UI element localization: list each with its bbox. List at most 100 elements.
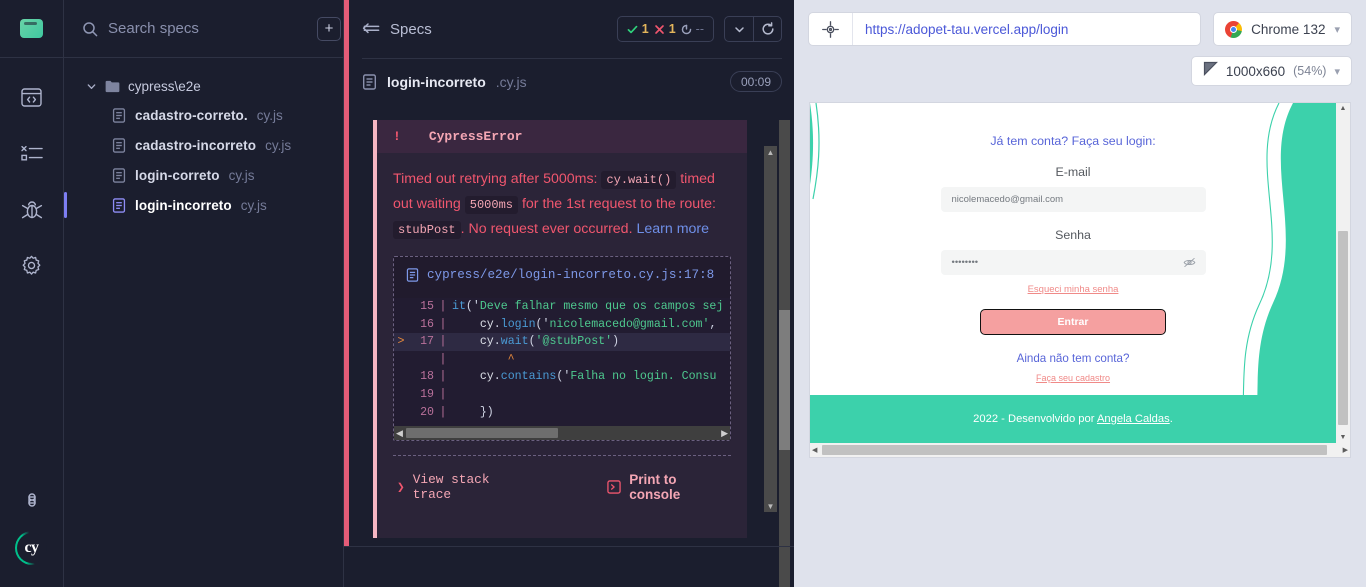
scroll-up-icon[interactable]: ▲ [764,146,777,158]
print-to-console-button[interactable]: Print to console [607,472,731,502]
error-code-chip-route: stubPost [393,221,461,239]
scroll-right-icon[interactable]: ▶ [1343,446,1348,454]
code-line: 18 | cy.contains('Falha no login. Consu [394,368,730,386]
password-field[interactable]: •••••••• [940,250,1206,275]
nav-rail: cy [0,0,64,587]
runner-header: Specs 1 1 -- [344,0,794,58]
error-region: ! CypressError Timed out retrying after … [373,120,777,587]
view-stack-trace-button[interactable]: ❯ View stack trace [397,472,535,502]
email-field[interactable]: nicolemacedo@gmail.com [940,187,1206,212]
rerun-icon[interactable] [753,17,781,41]
viewport-row: 1000x660 (54%) ▾ [794,46,1366,86]
spec-item-ext: cy.js [265,137,292,153]
code-line-number: 16 [420,317,434,331]
search-input[interactable] [108,20,307,37]
file-icon [112,107,126,123]
cypress-badge-label: cy [24,539,39,556]
footer-author-link[interactable]: Angela Caldas [1097,413,1170,425]
url-input[interactable] [853,13,1201,45]
file-icon [112,197,126,213]
aut-hscrollbar[interactable]: ◀ ▶ [810,443,1350,457]
forgot-password-link[interactable]: Esqueci minha senha [1028,284,1119,295]
scrollbar-thumb[interactable] [822,445,1327,455]
spec-list-item[interactable]: cadastro-correto. cy.js [64,100,343,130]
code-snippet-hscrollbar[interactable]: ◀ ▶ [394,426,730,440]
spec-item-name: cadastro-incorreto [135,137,257,153]
error-card-vscrollbar[interactable]: ▲ ▼ [764,146,777,512]
file-icon [112,137,126,153]
code-snippet-path: cypress/e2e/login-incorreto.cy.js:17:8 [427,268,715,282]
chevron-down-icon [86,81,97,92]
file-icon [362,73,377,90]
aut-footer: 2022 - Desenvolvido por Angela Caldas. [810,395,1336,443]
viewport-selector[interactable]: 1000x660 (54%) ▾ [1190,56,1352,86]
code-line: 16 | cy.login('nicolemacedo@gmail.com', [394,316,730,334]
cypress-logo[interactable] [0,0,64,58]
code-snippet-path-row[interactable]: cypress/e2e/login-incorreto.cy.js:17:8 [394,257,730,298]
spec-folder-row[interactable]: cypress\e2e [64,72,343,100]
error-caret: ^ [507,352,515,366]
debug-icon[interactable] [12,192,52,226]
preview-panel: Chrome 132 ▾ 1000x660 (54%) ▾ [794,0,1366,587]
stat-failed: 1 [654,22,676,36]
stat-pending: -- [681,22,704,36]
scroll-down-icon[interactable]: ▼ [764,500,777,512]
spec-item-name: login-incorreto [135,197,232,213]
code-gutter-bar: | [439,335,447,349]
test-stats: 1 1 -- [616,16,714,42]
selector-playground-icon[interactable] [809,13,853,45]
cypress-badge[interactable]: cy [14,531,49,565]
scroll-left-icon[interactable]: ◀ [812,446,817,454]
code-gutter-bar: | [439,405,447,419]
add-spec-button[interactable]: + [317,16,341,41]
scroll-right-icon[interactable]: ▶ [721,428,728,438]
spec-item-ext: cy.js [240,197,267,213]
stat-failed-count: 1 [668,22,676,36]
chevron-down-icon[interactable] [725,17,753,41]
check-icon [627,24,638,35]
email-label: E-mail [1055,165,1091,179]
footer-prefix: 2022 - Desenvolvido por [973,413,1097,425]
learn-more-link[interactable]: Learn more [636,221,709,237]
code-line-text: cy.wait('@stubPost') [479,335,620,349]
pending-circle-icon [681,24,692,35]
scroll-left-icon[interactable]: ◀ [396,428,403,438]
runner-vscrollbar[interactable] [779,120,790,587]
code-line-number: 19 [420,387,434,401]
search-row: + [64,0,343,58]
specs-icon[interactable] [12,136,52,170]
runs-icon[interactable] [12,80,52,114]
spec-list-item[interactable]: cadastro-incorreto cy.js [64,130,343,160]
code-line-text: cy.login('nicolemacedo@gmail.com', [479,317,717,331]
runner-body: login-incorreto .cy.js 00:09 ! CypressEr… [344,58,794,587]
back-to-specs-icon[interactable] [362,22,380,36]
scroll-up-icon[interactable]: ▲ [1340,103,1347,114]
code-line: 15 | it('Deve falhar mesmo que os campos s… [394,298,730,316]
cypress-logo-icon [20,19,43,38]
file-icon [406,268,419,289]
scroll-down-icon[interactable]: ▼ [1340,432,1347,443]
signup-link[interactable]: Faça seu cadastro [1036,373,1110,383]
code-snippet: cypress/e2e/login-incorreto.cy.js:17:8 1… [393,256,731,441]
error-header: ! CypressError [377,120,747,153]
aut-vscrollbar[interactable]: ▲ ▼ [1336,103,1350,443]
runner-title: Specs [390,20,432,38]
chevron-down-icon: ▾ [1334,65,1340,78]
url-bar[interactable] [808,12,1202,46]
spec-item-name: cadastro-correto. [135,107,248,123]
settings-gear-icon[interactable] [12,248,52,282]
error-code-chip-timeout: 5000ms [464,196,518,214]
scrollbar-thumb[interactable] [406,428,558,438]
keyboard-shortcuts-icon[interactable] [12,483,52,517]
viewport-size-label: 1000x660 [1225,63,1286,79]
scrollbar-thumb[interactable] [779,310,790,450]
spec-list-item[interactable]: login-correto cy.js [64,160,343,190]
submit-button[interactable]: Entrar [980,309,1166,335]
browser-selector[interactable]: Chrome 132 ▾ [1213,12,1352,46]
spec-tree: cypress\e2e cadastro-correto. cy.js cada… [64,58,343,220]
eye-off-icon[interactable] [1183,256,1196,274]
spec-list-item-active[interactable]: login-incorreto cy.js [64,190,343,220]
code-line: | ^ [394,351,730,369]
scrollbar-thumb[interactable] [1338,231,1348,425]
viewport-scale-label: (54%) [1293,64,1327,78]
